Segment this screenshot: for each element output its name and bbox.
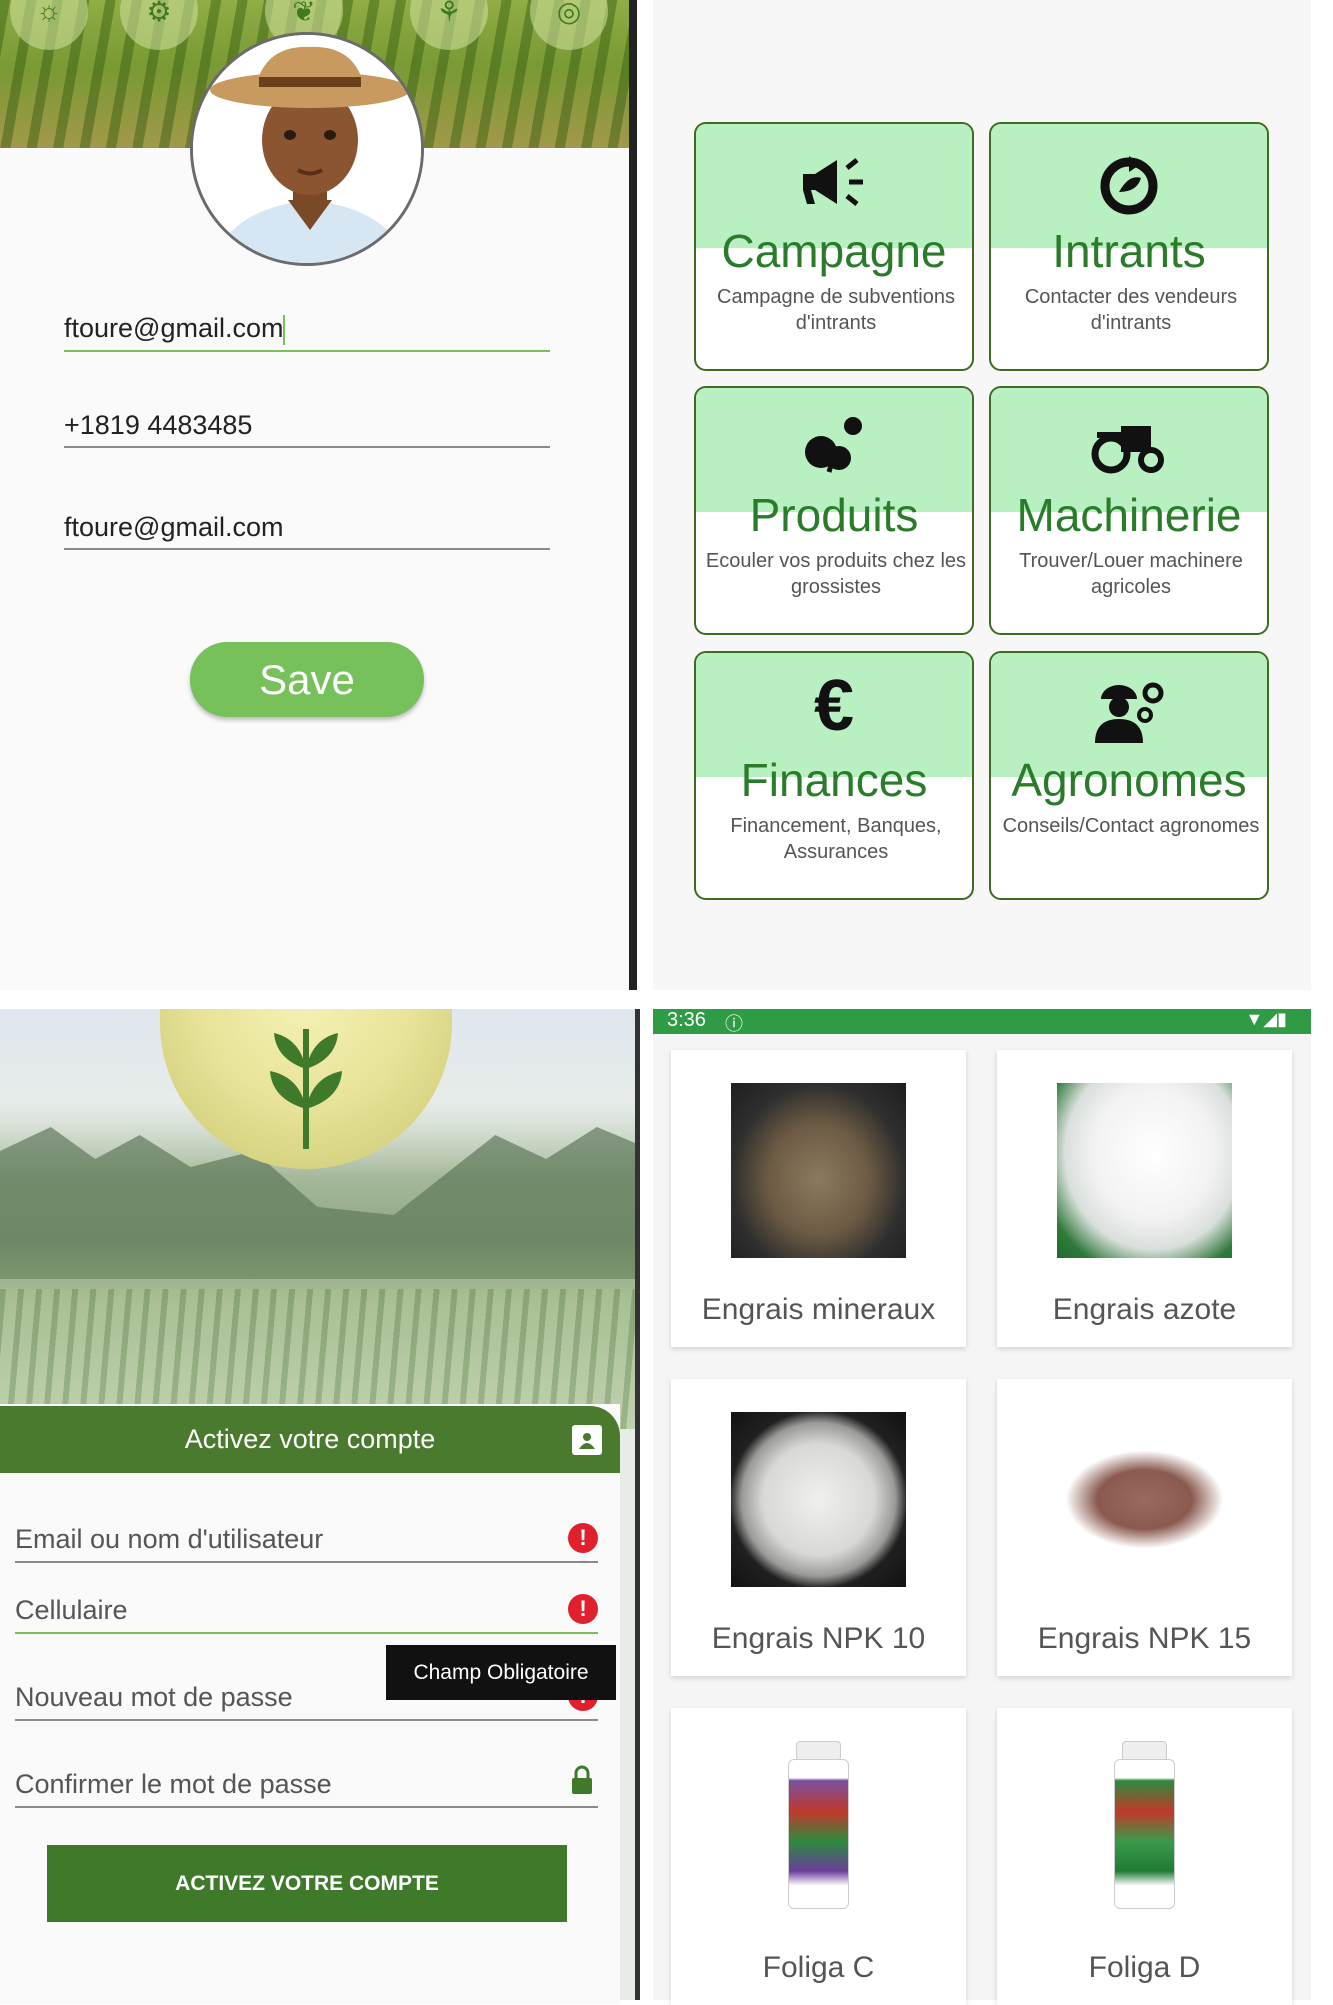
card-subtitle: Campagne de subventions d'intrants <box>717 286 955 334</box>
card-produits[interactable]: Produits Ecouler vos produits chez les g… <box>694 386 974 635</box>
status-time: 3:36 <box>667 1009 706 1031</box>
bottle-cap <box>1122 1741 1167 1761</box>
engineer-icon <box>991 681 1267 743</box>
product-label: Engrais mineraux <box>701 1293 936 1326</box>
card-intrants[interactable]: Intrants Contacter des vendeurs d'intran… <box>989 122 1269 371</box>
product-label: Foliga D <box>1088 1951 1201 1984</box>
card-title: Finances <box>740 754 928 806</box>
card-campagne[interactable]: Campagne Campagne de subventions d'intra… <box>694 122 974 371</box>
bottle-label: FOLIGA D <box>1123 1769 1166 1779</box>
recycle-plant-icon <box>991 152 1267 215</box>
avatar[interactable] <box>190 32 424 266</box>
product-image-mineral <box>731 1083 906 1258</box>
card-subtitle: Trouver/Louer machinere agricoles <box>1019 550 1243 598</box>
product-label: Foliga C <box>762 1951 875 1984</box>
card-finances[interactable]: € Finances Financement, Banques, Assuran… <box>694 651 974 900</box>
divider-q3 <box>635 1009 640 2000</box>
card-title: Produits <box>749 489 919 541</box>
product-label: Engrais NPK 15 <box>1037 1622 1252 1655</box>
card-title: Intrants <box>1052 225 1206 277</box>
profile-screen: ☼ ⚙ ❦ ⚘ ◎ ftoure@gmail.com +1819 4483485… <box>0 0 629 990</box>
info-icon: ⓘ <box>725 1014 743 1034</box>
card-subtitle: Contacter des vendeurs d'intrants <box>1024 286 1238 334</box>
email-secondary-field[interactable]: ftoure@gmail.com <box>64 512 283 543</box>
email-secondary-underline <box>64 548 550 550</box>
product-image-npk10 <box>731 1412 906 1587</box>
bottle-label: FOLIGA C <box>797 1769 840 1779</box>
bottle-body <box>1114 1759 1175 1909</box>
field-label: Cellulaire <box>15 1595 128 1625</box>
divider-q1 <box>629 0 637 990</box>
tractor-icon <box>991 418 1267 478</box>
phone-field-underline <box>64 446 550 448</box>
card-title: Campagne <box>721 225 947 277</box>
lock-icon <box>570 1765 594 1800</box>
card-subtitle: Conseils/Contact agronomes <box>1002 815 1260 837</box>
product-card[interactable]: FOLIGA D Foliga D <box>997 1708 1292 2005</box>
status-bar: 3:36 ⓘ ▼◢▮ <box>653 1009 1311 1034</box>
field-label: Confirmer le mot de passe <box>15 1769 332 1799</box>
bottle-body <box>788 1759 849 1909</box>
card-title: Machinerie <box>1016 489 1242 541</box>
contact-card-icon[interactable] <box>572 1425 602 1455</box>
card-title: Agronomes <box>1011 754 1247 806</box>
email-field[interactable]: ftoure@gmail.com <box>64 313 286 345</box>
dashboard-screen: Campagne Campagne de subventions d'intra… <box>653 0 1311 990</box>
error-icon: ! <box>568 1523 598 1553</box>
signal-icon: ▼◢▮ <box>1245 1009 1287 1029</box>
field-label: Email ou nom d'utilisateur <box>15 1524 324 1554</box>
product-card[interactable]: Engrais NPK 15 <box>997 1379 1292 1676</box>
card-subtitle: Financement, Banques, Assurances <box>730 815 942 863</box>
bottle-cap <box>796 1741 841 1761</box>
activation-header: Activez votre compte <box>0 1406 620 1473</box>
product-image-foliga-d: FOLIGA D <box>1057 1741 1232 1916</box>
email-username-field[interactable]: Email ou nom d'utilisateur ! <box>15 1503 598 1563</box>
required-field-tooltip: Champ Obligatoire <box>386 1645 616 1700</box>
field-label: Nouveau mot de passe <box>15 1682 293 1712</box>
text-cursor <box>283 314 286 345</box>
wheat-icon <box>270 1029 342 1149</box>
product-card[interactable]: Engrais mineraux <box>671 1050 966 1347</box>
euro-icon: € <box>813 666 855 746</box>
product-card[interactable]: FOLIGA C Foliga C <box>671 1708 966 2005</box>
produce-icon <box>696 412 972 473</box>
product-card[interactable]: Engrais NPK 10 <box>671 1379 966 1676</box>
email-field-underline <box>64 350 550 352</box>
farmer-avatar-icon <box>193 35 421 263</box>
product-label: Engrais azote <box>1052 1293 1237 1326</box>
megaphone-icon <box>696 152 972 212</box>
product-image-npk15 <box>1057 1412 1232 1587</box>
product-label: Engrais NPK 10 <box>711 1622 926 1655</box>
save-button[interactable]: Save <box>190 642 424 717</box>
phone-field[interactable]: +1819 4483485 <box>64 410 252 441</box>
email-value: ftoure@gmail.com <box>64 313 284 343</box>
card-agronomes[interactable]: Agronomes Conseils/Contact agronomes <box>989 651 1269 900</box>
confirm-password-field[interactable]: Confirmer le mot de passe <box>15 1748 598 1808</box>
card-machinerie[interactable]: Machinerie Trouver/Louer machinere agric… <box>989 386 1269 635</box>
product-card[interactable]: Engrais azote <box>997 1050 1292 1347</box>
phone-field[interactable]: Cellulaire ! <box>15 1574 598 1634</box>
error-icon: ! <box>568 1594 598 1624</box>
activation-header-title: Activez votre compte <box>184 1424 436 1454</box>
product-image-azote <box>1057 1083 1232 1258</box>
product-image-foliga-c: FOLIGA C <box>731 1741 906 1916</box>
activate-account-button[interactable]: ACTIVEZ VOTRE COMPTE <box>47 1845 567 1922</box>
card-subtitle: Ecouler vos produits chez les grossistes <box>705 550 967 598</box>
